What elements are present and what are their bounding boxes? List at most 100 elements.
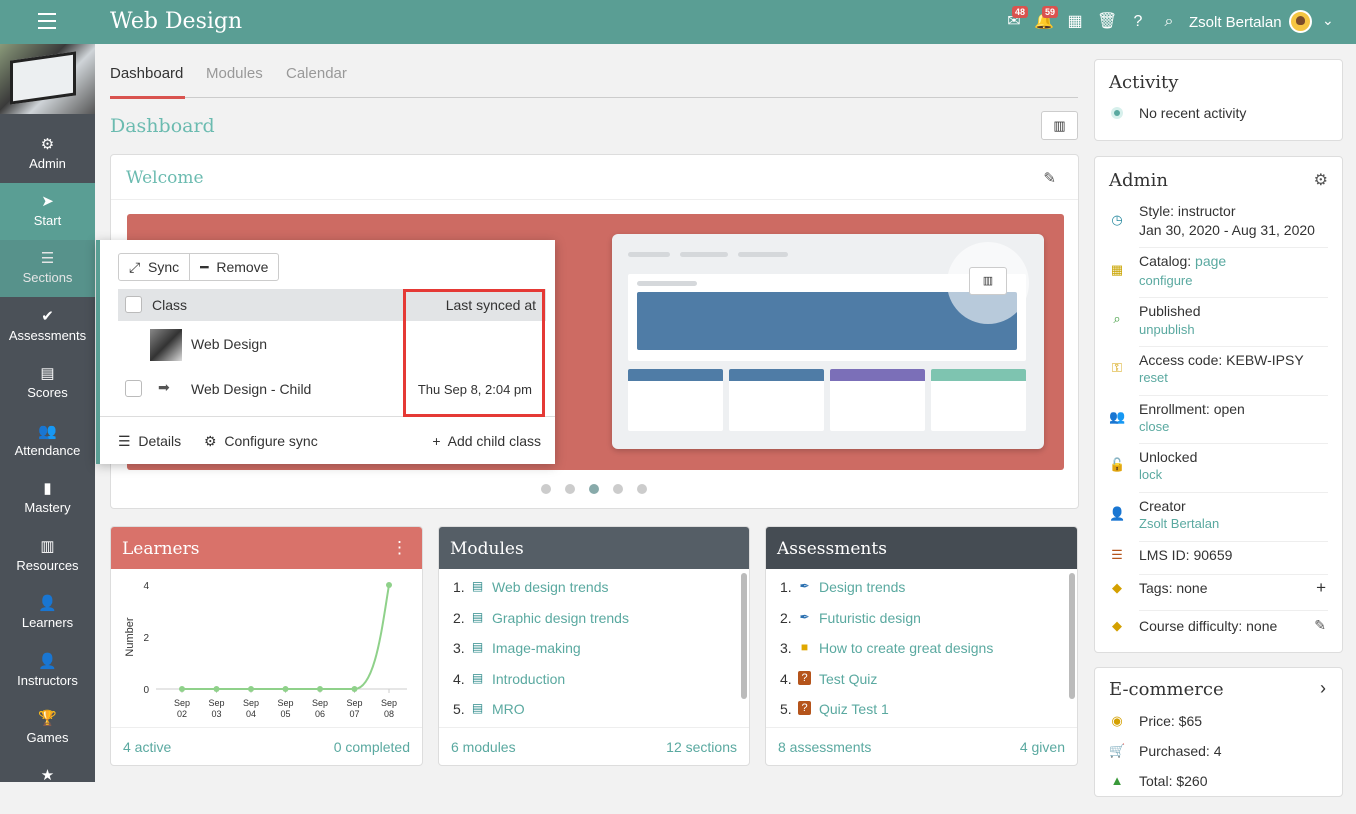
sidebar-item-attendance[interactable]: 👥 Attendance <box>0 413 95 470</box>
sidebar-item-more[interactable]: ★ <box>0 757 95 814</box>
list-item[interactable]: 1. ✒ Design trends <box>766 571 1077 602</box>
assessments-count[interactable]: 8 assessments <box>778 739 871 755</box>
user-name[interactable]: Zsolt Bertalan <box>1189 14 1282 31</box>
trophy-icon: 🏆 <box>38 710 57 727</box>
class-name[interactable]: Web Design - Child <box>191 381 311 397</box>
assessments-title: Assessments <box>777 539 887 559</box>
carousel-dot[interactable] <box>565 484 575 494</box>
assessments-footer: 8 assessments 4 given <box>766 727 1077 765</box>
carousel-dot[interactable] <box>613 484 623 494</box>
popup-footer: ☰ Details ⚙ Configure sync + Add child c… <box>100 416 555 464</box>
list-item[interactable]: 5.? Quiz Test 1 <box>766 693 1077 724</box>
active-count[interactable]: 4 active <box>123 739 171 755</box>
tab-dashboard[interactable]: Dashboard <box>110 65 186 99</box>
edit-pencil-icon[interactable]: ✎ <box>1043 169 1056 187</box>
list-item[interactable]: 4. ▤ Introduction <box>439 663 749 694</box>
module-link[interactable]: Introduction <box>492 671 565 687</box>
layout-button[interactable]: ▥ <box>1041 111 1078 140</box>
lock-link[interactable]: lock <box>1139 467 1162 482</box>
x-tick-label: Sep <box>243 698 259 708</box>
assessment-link[interactable]: Futuristic design <box>819 610 921 626</box>
trash-icon[interactable]: 🗑 <box>1097 12 1117 32</box>
style-text: Style: instructor <box>1139 203 1236 219</box>
sidebar-item-scores[interactable]: ▤ Scores <box>0 355 95 412</box>
module-link[interactable]: MRO <box>492 701 525 717</box>
module-link[interactable]: Image-making <box>492 640 581 656</box>
creator-link[interactable]: Zsolt Bertalan <box>1139 516 1219 531</box>
row-checkbox[interactable] <box>125 380 142 397</box>
sidebar-item-start[interactable]: ➤ Start <box>0 183 95 240</box>
assessment-link[interactable]: Test Quiz <box>819 671 877 687</box>
list-item[interactable]: 3. ■ How to create great designs <box>766 632 1077 663</box>
module-link[interactable]: Graphic design trends <box>492 610 629 626</box>
difficulty-text: Course difficulty: none <box>1139 618 1278 634</box>
assessment-link[interactable]: Design trends <box>819 579 905 595</box>
remove-label: Remove <box>216 259 269 275</box>
x-tick-label: Sep <box>174 698 190 708</box>
remove-button[interactable]: ━ Remove <box>189 254 278 280</box>
page-title: Dashboard <box>110 115 215 137</box>
sidebar-item-assessments[interactable]: ✔ Assessments <box>0 298 95 355</box>
x-tick-label: 06 <box>315 709 325 719</box>
sidebar-item-learners[interactable]: 👤 Learners <box>0 585 95 642</box>
sidebar-item-admin[interactable]: ⚙ Admin <box>0 126 95 183</box>
unpublish-link[interactable]: unpublish <box>1139 322 1195 337</box>
x-tick-label: Sep <box>208 698 224 708</box>
catalog-page-link[interactable]: page <box>1195 253 1226 269</box>
list-item[interactable]: 2. ▤ Graphic design trends <box>439 602 749 633</box>
pen-icon: ✒ <box>799 579 810 593</box>
chevron-down-icon[interactable]: ⌄ <box>1322 12 1334 29</box>
class-name[interactable]: Web Design <box>191 336 267 352</box>
details-button[interactable]: ☰ Details <box>118 433 181 450</box>
sync-button[interactable]: ⤢ Sync <box>119 254 189 280</box>
select-all-checkbox[interactable] <box>125 296 142 313</box>
chevron-right-icon[interactable]: › <box>1320 678 1326 699</box>
tab-calendar[interactable]: Calendar <box>286 65 347 82</box>
catalog-configure-link[interactable]: configure <box>1139 273 1192 288</box>
carousel-dot[interactable] <box>637 484 647 494</box>
sidebar-item-games[interactable]: 🏆 Games <box>0 700 95 757</box>
carousel-dot-active[interactable] <box>589 484 599 494</box>
notifications-icon[interactable]: 🔔 59 <box>1034 6 1059 32</box>
radio-icon <box>1111 107 1123 119</box>
calendar-icon[interactable]: ▦ <box>1065 12 1085 32</box>
tab-modules[interactable]: Modules <box>206 65 263 82</box>
add-child-class-label: Add child class <box>447 433 541 449</box>
sidebar-item-sections[interactable]: ☰ Sections <box>0 240 95 297</box>
list-item[interactable]: 5. ▤ MRO <box>439 693 749 724</box>
sidebar-item-mastery[interactable]: ▮ Mastery <box>0 470 95 527</box>
list-item[interactable]: 3. ▤ Image-making <box>439 632 749 663</box>
scrollbar[interactable] <box>741 573 747 699</box>
sections-count[interactable]: 12 sections <box>666 739 737 755</box>
x-tick-label: 03 <box>211 709 221 719</box>
search-icon[interactable]: ⌕ <box>1159 12 1179 32</box>
reset-link[interactable]: reset <box>1139 370 1168 385</box>
plus-icon[interactable]: + <box>1316 578 1326 598</box>
edit-pencil-icon[interactable]: ✎ <box>1314 617 1326 634</box>
gear-icon[interactable]: ⚙ <box>1314 170 1328 190</box>
sidebar-item-resources[interactable]: ▥ Resources <box>0 528 95 585</box>
close-enrollment-link[interactable]: close <box>1139 419 1169 434</box>
assessment-link[interactable]: How to create great designs <box>819 640 993 656</box>
hamburger-menu-icon[interactable] <box>38 13 56 29</box>
list-item[interactable]: 2. ✒ Futuristic design <box>766 602 1077 633</box>
assessment-link[interactable]: Quiz Test 1 <box>819 701 889 717</box>
add-child-class-button[interactable]: + Add child class <box>432 433 541 449</box>
class-thumbnail[interactable] <box>0 44 95 114</box>
module-link[interactable]: Web design trends <box>492 579 608 595</box>
carousel-dot[interactable] <box>541 484 551 494</box>
mail-icon[interactable]: ✉ 48 <box>1004 6 1029 32</box>
list-item[interactable]: 1. ▤ Web design trends <box>439 571 749 602</box>
configure-sync-button[interactable]: ⚙ Configure sync <box>204 433 318 450</box>
sidebar-item-instructors[interactable]: 👤 Instructors <box>0 643 95 700</box>
more-vertical-icon[interactable]: ⋮ <box>391 538 408 558</box>
help-icon[interactable]: ? <box>1128 12 1148 32</box>
given-count[interactable]: 4 given <box>1020 739 1065 755</box>
scrollbar[interactable] <box>1069 573 1075 699</box>
completed-count[interactable]: 0 completed <box>334 739 410 755</box>
module-book-icon: ▤ <box>471 579 484 593</box>
data-point <box>179 686 185 692</box>
list-item[interactable]: 4.? Test Quiz <box>766 663 1077 694</box>
modules-count[interactable]: 6 modules <box>451 739 516 755</box>
avatar[interactable] <box>1289 10 1312 33</box>
